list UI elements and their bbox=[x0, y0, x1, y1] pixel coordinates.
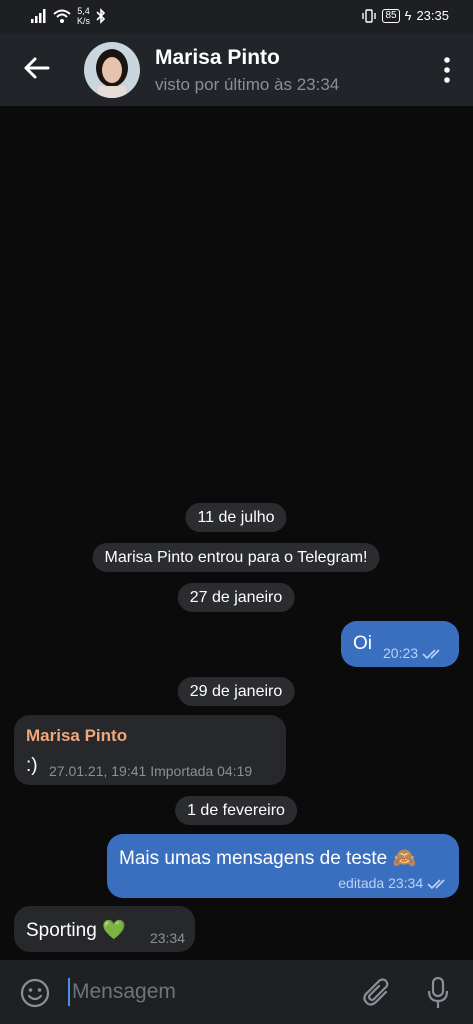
back-arrow-icon[interactable] bbox=[22, 54, 50, 82]
service-message: Marisa Pinto entrou para o Telegram! bbox=[92, 543, 380, 572]
date-separator: 1 de fevereiro bbox=[175, 796, 297, 825]
status-right: 85 ϟ 23:35 bbox=[361, 8, 449, 23]
avatar[interactable] bbox=[84, 42, 140, 98]
network-speed: 5,4 K/s bbox=[77, 6, 91, 26]
charging-icon: ϟ bbox=[404, 8, 412, 23]
sender-name: Marisa Pinto bbox=[26, 726, 128, 745]
status-bar: 5,4 K/s 85 ϟ 23:35 bbox=[0, 0, 473, 34]
signal-icon bbox=[31, 9, 46, 23]
incoming-message[interactable]: Marisa Pinto :) 27.01.21, 19:41 Importad… bbox=[14, 715, 286, 785]
outgoing-message[interactable]: Mais umas mensagens de teste 🙈 editada 2… bbox=[107, 834, 459, 898]
incoming-message[interactable]: Sporting 💚 23:34 bbox=[14, 906, 195, 952]
message-time: 20:23 bbox=[383, 645, 444, 661]
bluetooth-icon bbox=[96, 8, 106, 24]
message-meta: editada 23:34 bbox=[338, 875, 449, 891]
message-text: Sporting 💚 bbox=[26, 920, 126, 941]
double-check-icon bbox=[422, 649, 440, 660]
microphone-icon[interactable] bbox=[426, 977, 450, 1009]
wifi-icon bbox=[53, 9, 71, 23]
outgoing-message[interactable]: Oi 20:23 bbox=[341, 621, 459, 667]
emoji-icon[interactable] bbox=[20, 978, 50, 1008]
battery-indicator: 85 bbox=[382, 8, 400, 23]
double-check-icon bbox=[427, 879, 445, 890]
date-separator: 29 de janeiro bbox=[177, 677, 295, 706]
message-meta: 27.01.21, 19:41 Importada 04:19 bbox=[49, 763, 253, 779]
contact-name[interactable]: Marisa Pinto bbox=[155, 46, 280, 70]
vibrate-icon bbox=[362, 8, 377, 23]
last-seen-status: visto por último às 23:34 bbox=[155, 75, 340, 94]
clock: 23:35 bbox=[416, 8, 449, 23]
message-text: Oi bbox=[353, 633, 372, 654]
text-cursor bbox=[68, 978, 70, 1006]
message-time: 23:34 bbox=[149, 930, 185, 946]
status-left: 5,4 K/s bbox=[31, 6, 106, 26]
message-text: :) bbox=[26, 755, 38, 776]
date-separator: 11 de julho bbox=[185, 503, 287, 532]
chat-header: Marisa Pinto visto por último às 23:34 bbox=[0, 34, 473, 106]
attach-icon[interactable] bbox=[362, 978, 392, 1008]
more-options-icon[interactable] bbox=[443, 56, 451, 84]
message-input[interactable]: Mensagem bbox=[72, 980, 176, 1004]
message-text: Mais umas mensagens de teste 🙈 bbox=[119, 848, 417, 869]
date-separator: 27 de janeiro bbox=[177, 583, 295, 612]
message-composer: Mensagem bbox=[0, 960, 473, 1024]
